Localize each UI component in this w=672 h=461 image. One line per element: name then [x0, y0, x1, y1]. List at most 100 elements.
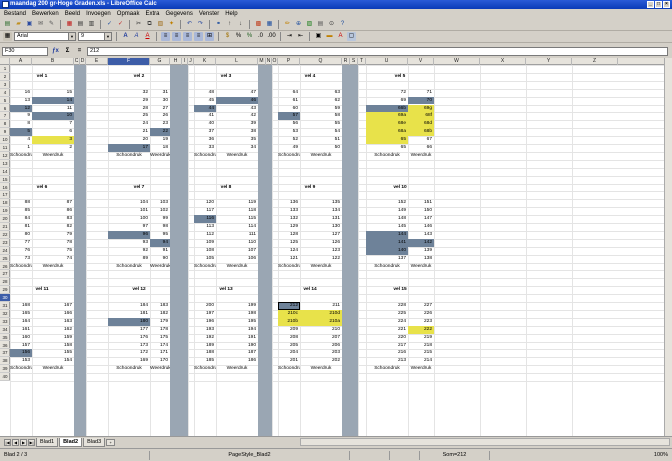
row-header-2[interactable]: 2 — [0, 73, 10, 81]
cell-page-number[interactable]: 92 — [108, 247, 150, 255]
background-color-icon[interactable]: ▬ — [325, 32, 334, 41]
cell-page-number[interactable]: 34 — [216, 144, 258, 152]
align-center-icon[interactable]: ≡ — [172, 32, 181, 41]
sheet-tab-blad3[interactable]: Blad3 — [83, 438, 106, 447]
sidebar-toggle-icon[interactable]: ▢ — [347, 32, 356, 41]
cell-page-number[interactable]: 219 — [408, 334, 434, 342]
cell-page-number[interactable]: 4 — [10, 136, 32, 144]
align-left-icon[interactable]: ≡ — [161, 32, 170, 41]
cell-page-number[interactable]: 67 — [408, 136, 434, 144]
row-header-11[interactable]: 11 — [0, 144, 10, 152]
cell-page-number[interactable]: 211 — [300, 302, 342, 310]
cell-page-number[interactable]: 210c — [278, 309, 300, 318]
cell-page-number[interactable]: 167 — [32, 302, 74, 310]
formula-input[interactable]: 212 — [87, 47, 668, 56]
cell-page-number[interactable]: 105 — [194, 255, 216, 263]
column-header-z[interactable]: Z — [572, 58, 618, 65]
cell-page-number[interactable]: 147 — [408, 215, 434, 223]
gallery-icon[interactable]: ▨ — [305, 20, 314, 29]
cell-page-number[interactable]: 169 — [108, 357, 150, 365]
merge-cells-icon[interactable]: ⊞ — [205, 32, 214, 41]
cell-page-number[interactable]: 43 — [216, 105, 258, 113]
cell-page-number[interactable]: 60 — [278, 105, 300, 113]
column-header-h[interactable]: H — [170, 58, 182, 65]
cell-page-number[interactable]: 201 — [278, 357, 300, 365]
cell-page-number[interactable]: 186 — [216, 357, 258, 365]
navigator-icon[interactable]: ⊕ — [294, 20, 303, 29]
cell-page-number[interactable]: 106 — [216, 255, 258, 263]
maximize-icon[interactable]: □ — [655, 1, 662, 8]
cell-page-number[interactable]: 162 — [32, 326, 74, 334]
cell-page-number[interactable]: 141 — [366, 238, 408, 247]
menu-bewerken[interactable]: Bewerken — [32, 11, 59, 17]
next-sheet-icon[interactable]: ▶ — [20, 439, 27, 446]
column-header-b[interactable]: B — [32, 58, 74, 65]
cell-page-number[interactable]: 20 — [108, 136, 150, 144]
cell-page-number[interactable]: 205 — [278, 342, 300, 350]
autospell-icon[interactable]: ✓ — [116, 20, 125, 29]
cell-page-number[interactable]: 66b — [366, 104, 408, 113]
datasource-icon[interactable]: ▤ — [316, 20, 325, 29]
column-header-y[interactable]: Y — [526, 58, 572, 65]
row-header-38[interactable]: 38 — [0, 357, 10, 366]
cell-page-number[interactable]: 176 — [108, 334, 150, 342]
cell-page-number[interactable]: 18 — [150, 144, 170, 152]
cell-page-number[interactable]: 210 — [300, 326, 342, 334]
cell-page-number[interactable]: 85 — [10, 207, 32, 215]
cell-page-number[interactable]: 183 — [150, 302, 170, 310]
column-header-m[interactable]: M — [258, 58, 266, 65]
row-header-9[interactable]: 9 — [0, 128, 10, 137]
cell-page-number[interactable]: 70 — [408, 96, 434, 105]
column-header-q[interactable]: Q — [300, 58, 342, 65]
cell-page-number[interactable]: 107 — [216, 247, 258, 255]
cell-page-number[interactable]: 79 — [32, 231, 74, 239]
cell-page-number[interactable]: 212 — [278, 302, 300, 310]
cell-page-number[interactable]: 184 — [108, 302, 150, 310]
cell-page-number[interactable]: 90 — [150, 255, 170, 263]
sum-icon[interactable]: Σ — [63, 47, 72, 56]
cell-page-number[interactable]: 37 — [194, 128, 216, 136]
cell-page-number[interactable]: 196 — [194, 318, 216, 326]
new-icon[interactable]: ▤ — [3, 20, 12, 29]
cell-page-number[interactable]: 97 — [108, 223, 150, 231]
cell-page-number[interactable]: 81 — [10, 223, 32, 231]
cell-page-number[interactable]: 151 — [408, 199, 434, 207]
cell-page-number[interactable]: 58 — [300, 112, 342, 120]
cell-page-number[interactable]: 116 — [194, 215, 216, 223]
cell-page-number[interactable]: 68e — [366, 120, 408, 129]
cell-page-number[interactable]: 59 — [300, 105, 342, 113]
cell-page-number[interactable]: 203 — [300, 349, 342, 357]
cell-page-number[interactable]: 120 — [194, 199, 216, 207]
cell-page-number[interactable]: 130 — [300, 223, 342, 231]
cell-page-number[interactable]: 220 — [366, 334, 408, 342]
row-header-29[interactable]: 29 — [0, 286, 10, 295]
row-header-23[interactable]: 23 — [0, 239, 10, 247]
sheet-tab-blad1[interactable]: Blad1 — [36, 438, 59, 447]
menu-invoegen[interactable]: Invoegen — [86, 11, 111, 17]
cell-page-number[interactable]: 98 — [150, 223, 170, 231]
cell-page-number[interactable]: 39 — [216, 120, 258, 128]
cell-page-number[interactable]: 148 — [366, 215, 408, 223]
cell-page-number[interactable]: 158 — [32, 342, 74, 350]
cell-page-number[interactable]: 52 — [278, 136, 300, 144]
cell-page-number[interactable]: 69a — [366, 112, 408, 121]
cell-page-number[interactable]: 123 — [300, 247, 342, 255]
cell-page-number[interactable]: 138 — [408, 255, 434, 263]
cell-page-number[interactable]: 125 — [278, 239, 300, 247]
cell-page-number[interactable]: 103 — [150, 199, 170, 207]
bold-icon[interactable]: A — [121, 32, 130, 41]
cell-page-number[interactable]: 12 — [10, 104, 32, 113]
cell-page-number[interactable]: 101 — [108, 207, 150, 215]
cell-page-number[interactable]: 218 — [408, 342, 434, 350]
currency-icon[interactable]: $ — [223, 32, 232, 41]
cell-page-number[interactable]: 170 — [150, 357, 170, 365]
cell-page-number[interactable]: 1 — [10, 144, 32, 152]
chart-icon[interactable]: ▩ — [254, 20, 263, 29]
cell-page-number[interactable]: 209 — [278, 326, 300, 334]
email-icon[interactable]: ✉ — [36, 20, 45, 29]
italic-icon[interactable]: A — [132, 32, 141, 41]
cell-page-number[interactable]: 180 — [108, 317, 150, 326]
cell-page-number[interactable]: 9 — [10, 112, 32, 120]
number-format-icon[interactable]: % — [245, 32, 254, 41]
row-header-1[interactable]: 1 — [0, 65, 10, 73]
